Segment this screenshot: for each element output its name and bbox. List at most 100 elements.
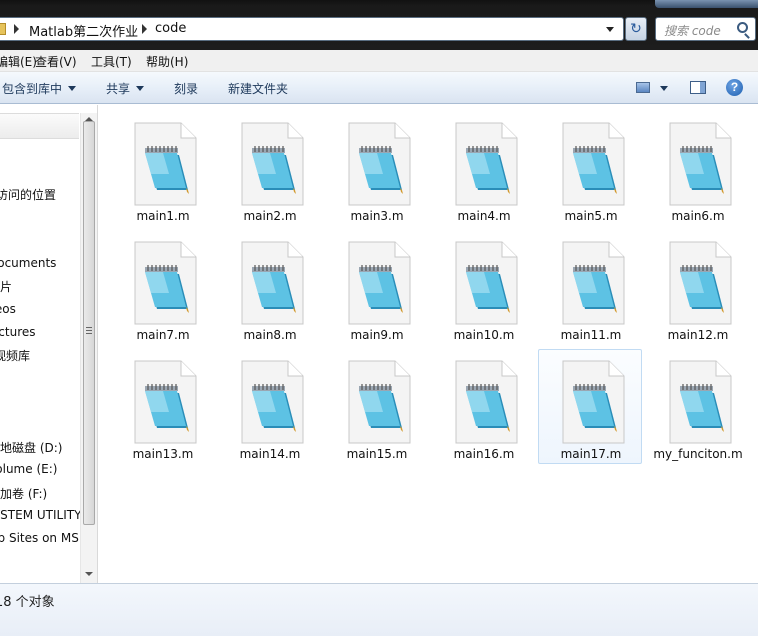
m-file-icon [133,360,197,444]
file-name: main13.m [132,447,194,461]
breadcrumb-separator-icon[interactable] [142,24,147,34]
file-item[interactable]: main17.m [538,349,642,464]
preview-pane-icon[interactable] [690,81,706,94]
file-name: main5.m [564,209,618,223]
m-file-icon [240,360,304,444]
refresh-button[interactable]: ↻ [625,17,647,41]
file-item[interactable]: main14.m [217,349,321,464]
nav-item[interactable]: 最近访问的位置 [0,186,56,203]
file-item[interactable]: main12.m [645,230,749,345]
nav-item[interactable]: Volume (E:) [0,462,57,476]
file-item[interactable]: my_funciton.m [645,349,749,464]
m-file-icon [561,122,625,206]
chevron-down-icon [68,86,77,91]
share-label: 共享 [106,82,131,96]
nav-item[interactable]: Videos [0,302,16,316]
file-name: main10.m [453,328,515,342]
breadcrumb-item-parent[interactable]: Matlab第二次作业 [29,21,138,40]
m-file-icon [347,122,411,206]
m-file-icon [240,241,304,325]
file-item[interactable]: main15.m [324,349,428,464]
breadcrumb-item-current[interactable]: code [155,21,186,36]
m-file-icon [347,241,411,325]
nav-item[interactable]: 图片 [0,278,12,295]
folder-icon [0,23,6,35]
help-icon[interactable]: ? [726,79,743,96]
file-name: my_funciton.m [653,447,743,461]
status-bar: 18 个对象 [0,583,758,636]
scroll-down-icon[interactable] [85,572,93,576]
change-view-icon[interactable] [636,82,650,93]
menu-help[interactable]: 帮助(H) [146,53,188,70]
file-item[interactable]: main2.m [217,111,321,226]
menu-view[interactable]: 查看(V) [35,53,77,70]
file-item[interactable]: main4.m [431,111,535,226]
breadcrumb-separator-icon[interactable] [14,24,19,34]
nav-scrollbar[interactable] [80,113,97,583]
scroll-thumb[interactable] [83,121,95,525]
nav-item[interactable]: Pictures [0,325,36,339]
file-name: main15.m [346,447,408,461]
m-file-icon [133,122,197,206]
address-history-dropdown-icon[interactable] [606,27,614,32]
m-file-icon [240,122,304,206]
file-name: main6.m [671,209,725,223]
m-file-icon [668,122,732,206]
file-name: main12.m [667,328,729,342]
address-bar[interactable]: Matlab第二次作业 code [0,17,624,41]
file-name: main16.m [453,447,515,461]
file-name: main9.m [350,328,404,342]
file-item[interactable]: main7.m [110,230,214,345]
file-item[interactable]: main9.m [324,230,428,345]
file-name: main17.m [560,447,622,461]
m-file-icon [561,241,625,325]
burn-button[interactable]: 刻录 [174,80,198,97]
file-name: main3.m [350,209,404,223]
file-item[interactable]: main16.m [431,349,535,464]
nav-item[interactable]: Web Sites on MSN [0,531,88,545]
navigation-pane: 最近访问的位置 Documents 图片 Videos Pictures 视频库本地磁盘 … [0,105,97,583]
search-placeholder: 搜索 code [664,24,721,38]
grip-icon [86,327,92,334]
nav-header [0,113,79,139]
m-file-icon [561,360,625,444]
file-name: main11.m [560,328,622,342]
command-toolbar: 包含到库中 共享 刻录 新建文件夹 ? [0,72,758,104]
menu-tools[interactable]: 工具(T) [91,53,132,70]
m-file-icon [454,241,518,325]
file-item[interactable]: main8.m [217,230,321,345]
file-item[interactable]: main6.m [645,111,749,226]
search-input[interactable]: 搜索 code [655,17,756,41]
m-file-icon [668,360,732,444]
m-file-icon [454,122,518,206]
file-name: main14.m [239,447,301,461]
chevron-down-icon [136,86,145,91]
m-file-icon [668,241,732,325]
item-count: 18 个对象 [0,595,55,610]
file-name: main7.m [136,328,190,342]
refresh-icon: ↻ [630,21,642,37]
include-in-library-label: 包含到库中 [2,82,63,96]
file-list: main1.m main2.m main3.m main4.m main5.m main6… [98,105,758,583]
file-name: main1.m [136,209,190,223]
m-file-icon [133,241,197,325]
file-name: main2.m [243,209,297,223]
file-item[interactable]: main11.m [538,230,642,345]
file-item[interactable]: main3.m [324,111,428,226]
file-item[interactable]: main5.m [538,111,642,226]
file-item[interactable]: main13.m [110,349,214,464]
include-in-library-button[interactable]: 包含到库中 [2,80,77,97]
menu-edit[interactable]: 编辑(E) [0,53,37,70]
new-folder-button[interactable]: 新建文件夹 [228,80,288,97]
file-item[interactable]: main1.m [110,111,214,226]
nav-item[interactable]: 视频库 [0,347,30,364]
file-item[interactable]: main10.m [431,230,535,345]
nav-item[interactable]: 新加卷 (F:) [0,485,47,502]
view-options-chevron-icon[interactable] [660,86,668,91]
window-controls-strip [655,0,758,8]
share-button[interactable]: 共享 [106,80,145,97]
search-icon[interactable] [737,22,748,33]
nav-item[interactable]: 本地磁盘 (D:) [0,439,62,456]
nav-item[interactable]: Documents [0,256,56,270]
m-file-icon [347,360,411,444]
